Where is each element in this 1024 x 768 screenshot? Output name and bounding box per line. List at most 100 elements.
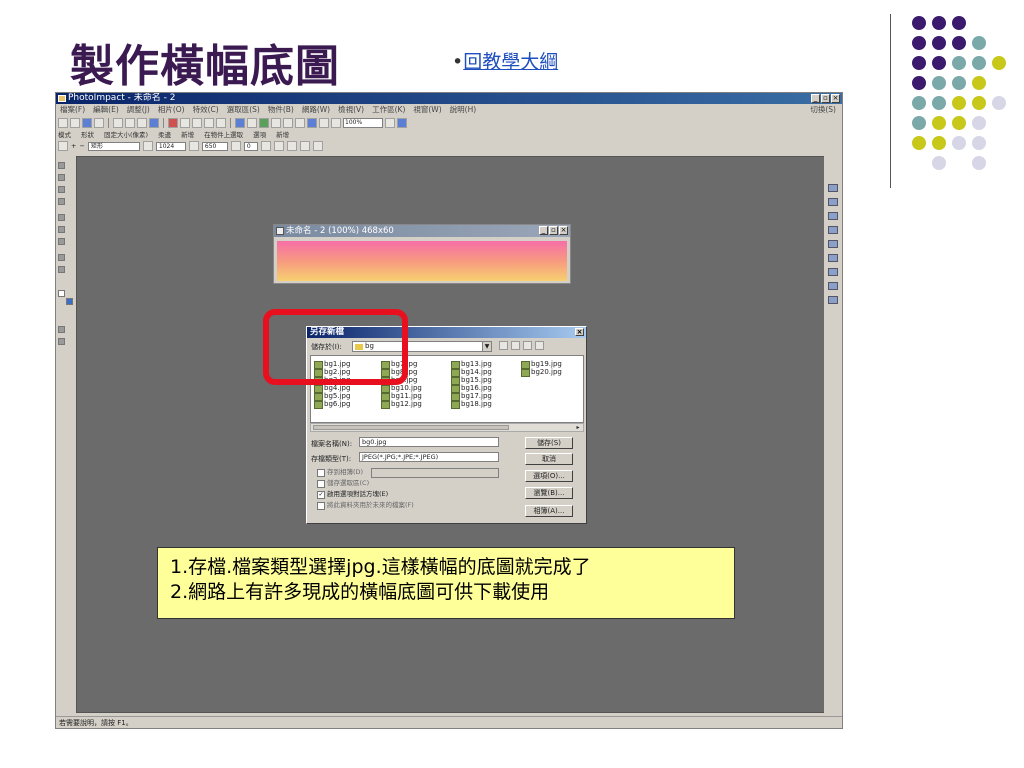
height-input[interactable]: 650 [201, 141, 228, 151]
menu-photo[interactable]: 相片(O) [158, 104, 185, 115]
selection-tool-icon[interactable] [58, 174, 65, 181]
fill-tool-icon[interactable] [58, 238, 65, 245]
shape-icon[interactable] [295, 117, 305, 128]
layout-icon[interactable] [235, 117, 245, 128]
file-item[interactable]: bg10.jpg [381, 384, 422, 393]
plus-icon[interactable]: + [71, 142, 76, 150]
menu-view[interactable]: 檢視(V) [338, 104, 364, 115]
frame-icon[interactable] [271, 117, 281, 128]
print-preview-icon[interactable] [125, 117, 135, 128]
file-item[interactable]: bg3.jpg [314, 376, 350, 385]
minimize-button[interactable]: _ [539, 226, 548, 235]
zoom-arrow-icon[interactable] [385, 117, 395, 128]
file-item[interactable]: bg11.jpg [381, 392, 422, 401]
file-item[interactable]: bg2.jpg [314, 368, 350, 377]
file-item[interactable]: bg4.jpg [314, 384, 350, 393]
file-item[interactable]: bg13.jpg [451, 360, 492, 369]
foreground-color-swatch[interactable] [58, 290, 65, 297]
use-folder-checkbox[interactable]: 將此資料夾用於未來的檔案(F) [317, 501, 414, 510]
scan-icon[interactable] [149, 117, 159, 128]
crop-tool-icon[interactable] [58, 214, 65, 221]
menu-edit[interactable]: 編輯(E) [93, 104, 119, 115]
panel-toggle-icon[interactable] [58, 326, 65, 333]
pick-tool-icon[interactable] [58, 162, 65, 169]
add-mode-icon[interactable] [273, 141, 284, 151]
copy-icon[interactable] [180, 117, 190, 128]
file-item[interactable]: bg19.jpg [521, 360, 562, 369]
zoom-combo[interactable]: 100% [343, 117, 383, 128]
redo-icon[interactable] [216, 117, 226, 128]
enable-options-checkbox[interactable]: 啟用選項對話方塊(E) [317, 490, 388, 499]
file-item[interactable]: bg15.jpg [451, 376, 492, 385]
file-item[interactable]: bg1.jpg [314, 360, 350, 369]
file-item[interactable]: bg12.jpg [381, 400, 422, 409]
panel-icon[interactable] [828, 226, 838, 234]
soft-edge-stepper[interactable] [260, 141, 271, 151]
panel-icon[interactable] [828, 282, 838, 290]
save-to-album-checkbox[interactable]: 存到相簿(D) [317, 468, 363, 477]
filetype-select[interactable]: JPEG(*.JPG;*.JPE;*.JPEG) [359, 452, 499, 462]
options-button[interactable]: 選項(O)... [525, 470, 573, 482]
paste-icon[interactable] [192, 117, 202, 128]
file-item[interactable]: bg5.jpg [314, 392, 350, 401]
fixed-size-checkbox[interactable] [142, 141, 153, 151]
save-in-select[interactable]: bg ▼ [352, 341, 492, 352]
options-icon[interactable] [299, 141, 310, 151]
panel-icon[interactable] [828, 184, 838, 192]
menu-effect[interactable]: 特效(C) [193, 104, 219, 115]
album-button[interactable]: 相簿(A)... [525, 505, 573, 517]
lasso-tool-icon[interactable] [58, 186, 65, 193]
file-item[interactable]: bg14.jpg [451, 368, 492, 377]
height-stepper[interactable] [230, 141, 241, 151]
new-icon[interactable] [312, 141, 323, 151]
file-item[interactable]: bg18.jpg [451, 400, 492, 409]
scroll-right-icon[interactable]: ▸ [574, 424, 582, 431]
menu-object[interactable]: 物件(B) [268, 104, 294, 115]
file-item[interactable]: bg7.jpg [381, 360, 417, 369]
zoom-tool-icon[interactable] [58, 254, 65, 261]
back-to-outline-link[interactable]: 回教學大綱 [463, 51, 558, 73]
crop-icon[interactable] [247, 117, 257, 128]
close-button[interactable]: × [831, 94, 840, 103]
filename-input[interactable]: bg0.jpg [359, 437, 499, 447]
menu-window[interactable]: 視窗(W) [413, 104, 441, 115]
width-input[interactable]: 1024 [155, 141, 186, 151]
maximize-button[interactable]: ▫ [821, 94, 830, 103]
chevron-down-icon[interactable]: ▼ [482, 342, 491, 351]
file-list-scrollbar[interactable]: ▸ [310, 423, 584, 432]
back-icon[interactable] [499, 341, 508, 350]
panel-icon[interactable] [828, 212, 838, 220]
mode-icon[interactable] [58, 141, 68, 151]
scrollbar-thumb[interactable] [313, 425, 509, 430]
undo-icon[interactable] [204, 117, 214, 128]
menu-file[interactable]: 檔案(F) [60, 104, 85, 115]
close-button[interactable]: × [559, 226, 568, 235]
print-icon[interactable] [113, 117, 123, 128]
image-icon[interactable] [259, 117, 269, 128]
new-folder-icon[interactable] [523, 341, 532, 350]
menu-help[interactable]: 說明(H) [450, 104, 477, 115]
open-file-icon[interactable] [70, 117, 80, 128]
browse-button[interactable]: 瀏覽(B)... [525, 487, 573, 499]
text-tool-icon[interactable] [58, 198, 65, 205]
width-stepper[interactable] [188, 141, 199, 151]
panel-icon[interactable] [828, 268, 838, 276]
menu-workspace[interactable]: 工作區(K) [372, 104, 405, 115]
color-icon[interactable] [319, 117, 329, 128]
soft-edge-input[interactable]: 0 [243, 141, 258, 151]
file-item[interactable]: bg8.jpg [381, 368, 417, 377]
file-item[interactable]: bg20.jpg [521, 368, 562, 377]
panel-icon[interactable] [828, 296, 838, 304]
new-file-icon[interactable] [58, 117, 68, 128]
maximize-button[interactable]: ▫ [549, 226, 558, 235]
view-toggle-icon[interactable] [58, 338, 65, 345]
minimize-button[interactable]: _ [811, 94, 820, 103]
image-document-window[interactable]: 未命名 - 2 (100%) 468x60 _ ▫ × [273, 224, 571, 284]
shape-select[interactable]: 矩形 [87, 141, 140, 151]
dropper-icon[interactable] [331, 117, 341, 128]
menu-adjust[interactable]: 調整(J) [127, 104, 150, 115]
file-item[interactable]: bg6.jpg [314, 400, 350, 409]
view-menu-icon[interactable] [535, 341, 544, 350]
save-button[interactable]: 儲存(S) [525, 437, 573, 449]
help-icon[interactable] [397, 117, 407, 128]
